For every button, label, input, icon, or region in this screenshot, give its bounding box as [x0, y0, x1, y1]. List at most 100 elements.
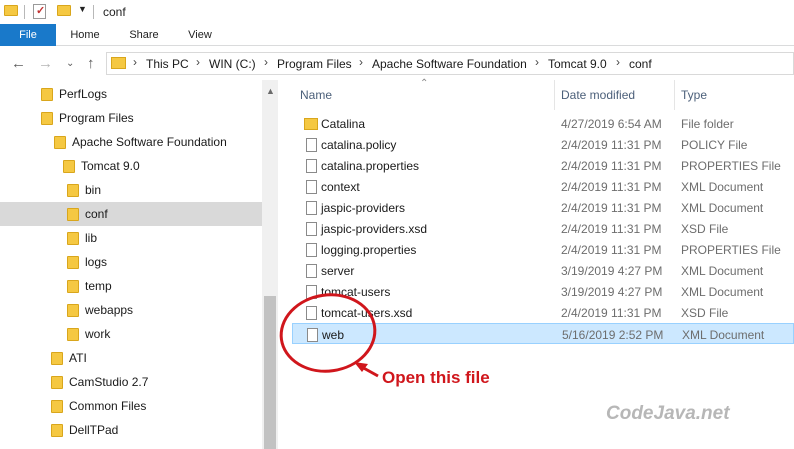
file-name: catalina.properties — [321, 159, 420, 173]
nav-item[interactable]: bin — [0, 178, 262, 202]
nav-item[interactable]: conf — [0, 202, 262, 226]
file-icon — [306, 201, 317, 215]
nav-item[interactable]: DellTPad — [0, 418, 262, 442]
nav-item[interactable]: Tomcat 9.0 — [0, 154, 262, 178]
breadcrumb-this-pc[interactable]: This PC — [146, 57, 189, 71]
folder-icon — [41, 88, 53, 101]
nav-item[interactable]: ATI — [0, 346, 262, 370]
nav-item[interactable]: Program Files — [0, 106, 262, 130]
file-date: 2/4/2019 11:31 PM — [561, 159, 662, 173]
column-header-name[interactable]: Name — [300, 88, 332, 102]
file-date: 3/19/2019 4:27 PM — [561, 264, 663, 278]
nav-item-label: Program Files — [59, 111, 134, 125]
nav-item[interactable]: work — [0, 322, 262, 346]
folder-icon — [67, 280, 79, 293]
window-title: conf — [103, 5, 126, 19]
file-row[interactable]: tomcat-users.xsd 2/4/2019 11:31 PM XSD Fil… — [292, 302, 794, 323]
address-folder-icon — [111, 57, 126, 69]
nav-item[interactable]: lib — [0, 226, 262, 250]
up-arrow-icon[interactable]: ↑ — [87, 55, 95, 72]
column-divider[interactable] — [674, 80, 675, 110]
tab-view[interactable]: View — [181, 24, 219, 46]
new-folder-icon[interactable] — [57, 5, 71, 16]
nav-item[interactable]: logs — [0, 250, 262, 274]
file-type: XML Document — [682, 328, 765, 342]
file-type: XML Document — [681, 264, 764, 278]
file-row[interactable]: catalina.policy 2/4/2019 11:31 PM POLICY F… — [292, 134, 794, 155]
folder-icon — [51, 376, 63, 389]
file-row[interactable]: catalina.properties 2/4/2019 11:31 PM PROP… — [292, 155, 794, 176]
customize-quick-access-icon[interactable]: ▼ — [78, 4, 87, 14]
breadcrumb-drive[interactable]: WIN (C:) — [209, 57, 256, 71]
folder-icon — [67, 256, 79, 269]
file-row[interactable]: jaspic-providers 2/4/2019 11:31 PM XML Doc… — [292, 197, 794, 218]
nav-item-label: webapps — [85, 303, 134, 317]
file-type: XML Document — [681, 201, 764, 215]
breadcrumb-program-files[interactable]: Program Files — [277, 57, 352, 71]
file-name: web — [322, 328, 345, 342]
nav-item-label: lib — [85, 231, 98, 245]
column-header-date[interactable]: Date modified — [561, 88, 635, 102]
file-icon — [306, 222, 317, 236]
nav-item[interactable]: Common Files — [0, 394, 262, 418]
recent-locations-chevron-icon[interactable]: ⌄ — [66, 58, 74, 69]
breadcrumb-apache[interactable]: Apache Software Foundation — [372, 57, 527, 71]
file-name: Catalina — [321, 117, 366, 131]
toolbar-divider — [24, 5, 25, 19]
file-row[interactable]: Catalina 4/27/2019 6:54 AM File folder — [292, 113, 794, 134]
nav-item[interactable]: PerfLogs — [0, 82, 262, 106]
folder-icon — [67, 328, 79, 341]
folder-icon — [67, 208, 79, 221]
nav-item[interactable]: CamStudio 2.7 — [0, 370, 262, 394]
tab-share[interactable]: Share — [122, 24, 166, 46]
forward-arrow-icon[interactable]: → — [38, 55, 53, 72]
file-row[interactable]: server 3/19/2019 4:27 PM XML Document — [292, 260, 794, 281]
file-name: server — [321, 264, 355, 278]
file-row[interactable]: jaspic-providers.xsd 2/4/2019 11:31 PM XSD… — [292, 218, 794, 239]
watermark: CodeJava.net — [606, 403, 730, 424]
nav-item-label: CamStudio 2.7 — [69, 375, 149, 389]
file-date: 2/4/2019 11:31 PM — [561, 138, 662, 152]
breadcrumb-chevron-icon[interactable]: › — [616, 55, 620, 69]
nav-item[interactable]: Apache Software Foundation — [0, 130, 262, 154]
file-date: 3/19/2019 4:27 PM — [561, 285, 663, 299]
file-row[interactable]: context 2/4/2019 11:31 PM XML Document — [292, 176, 794, 197]
breadcrumb-chevron-icon[interactable]: › — [133, 55, 137, 69]
back-arrow-icon[interactable]: ← — [11, 55, 26, 72]
scroll-up-icon[interactable]: ▲ — [266, 86, 275, 96]
folder-icon — [51, 424, 63, 437]
file-row[interactable]: web 5/16/2019 2:52 PM XML Document — [292, 323, 794, 344]
file-icon — [306, 180, 317, 194]
breadcrumb-conf[interactable]: conf — [629, 57, 652, 71]
breadcrumb-chevron-icon[interactable]: › — [359, 55, 363, 69]
tab-file[interactable]: File — [0, 24, 56, 46]
breadcrumb-tomcat[interactable]: Tomcat 9.0 — [548, 57, 607, 71]
nav-scrollbar-thumb[interactable] — [264, 296, 276, 449]
nav-item[interactable]: webapps — [0, 298, 262, 322]
folder-icon[interactable] — [4, 5, 18, 16]
file-icon — [306, 138, 317, 152]
breadcrumb-chevron-icon[interactable]: › — [196, 55, 200, 69]
file-name: logging.properties — [321, 243, 417, 257]
tab-home[interactable]: Home — [64, 24, 106, 46]
file-icon — [306, 306, 317, 320]
nav-item-label: logs — [85, 255, 108, 269]
column-divider[interactable] — [554, 80, 555, 110]
folder-icon — [63, 160, 75, 173]
file-type: XSD File — [681, 306, 729, 320]
file-row[interactable]: logging.properties 2/4/2019 11:31 PM PROPE… — [292, 239, 794, 260]
nav-item-label: Common Files — [69, 399, 147, 413]
properties-icon[interactable]: ✓ — [33, 4, 46, 19]
nav-item-label: temp — [85, 279, 112, 293]
file-type: POLICY File — [681, 138, 748, 152]
file-type: XML Document — [681, 285, 764, 299]
folder-icon — [67, 184, 79, 197]
file-row[interactable]: tomcat-users 3/19/2019 4:27 PM XML Documen… — [292, 281, 794, 302]
nav-item[interactable]: temp — [0, 274, 262, 298]
folder-icon — [67, 232, 79, 245]
breadcrumb-chevron-icon[interactable]: › — [535, 55, 539, 69]
breadcrumb-chevron-icon[interactable]: › — [264, 55, 268, 69]
sort-ascending-icon: ⌃ — [420, 78, 429, 89]
column-header-type[interactable]: Type — [681, 88, 707, 102]
file-type: XML Document — [681, 180, 764, 194]
